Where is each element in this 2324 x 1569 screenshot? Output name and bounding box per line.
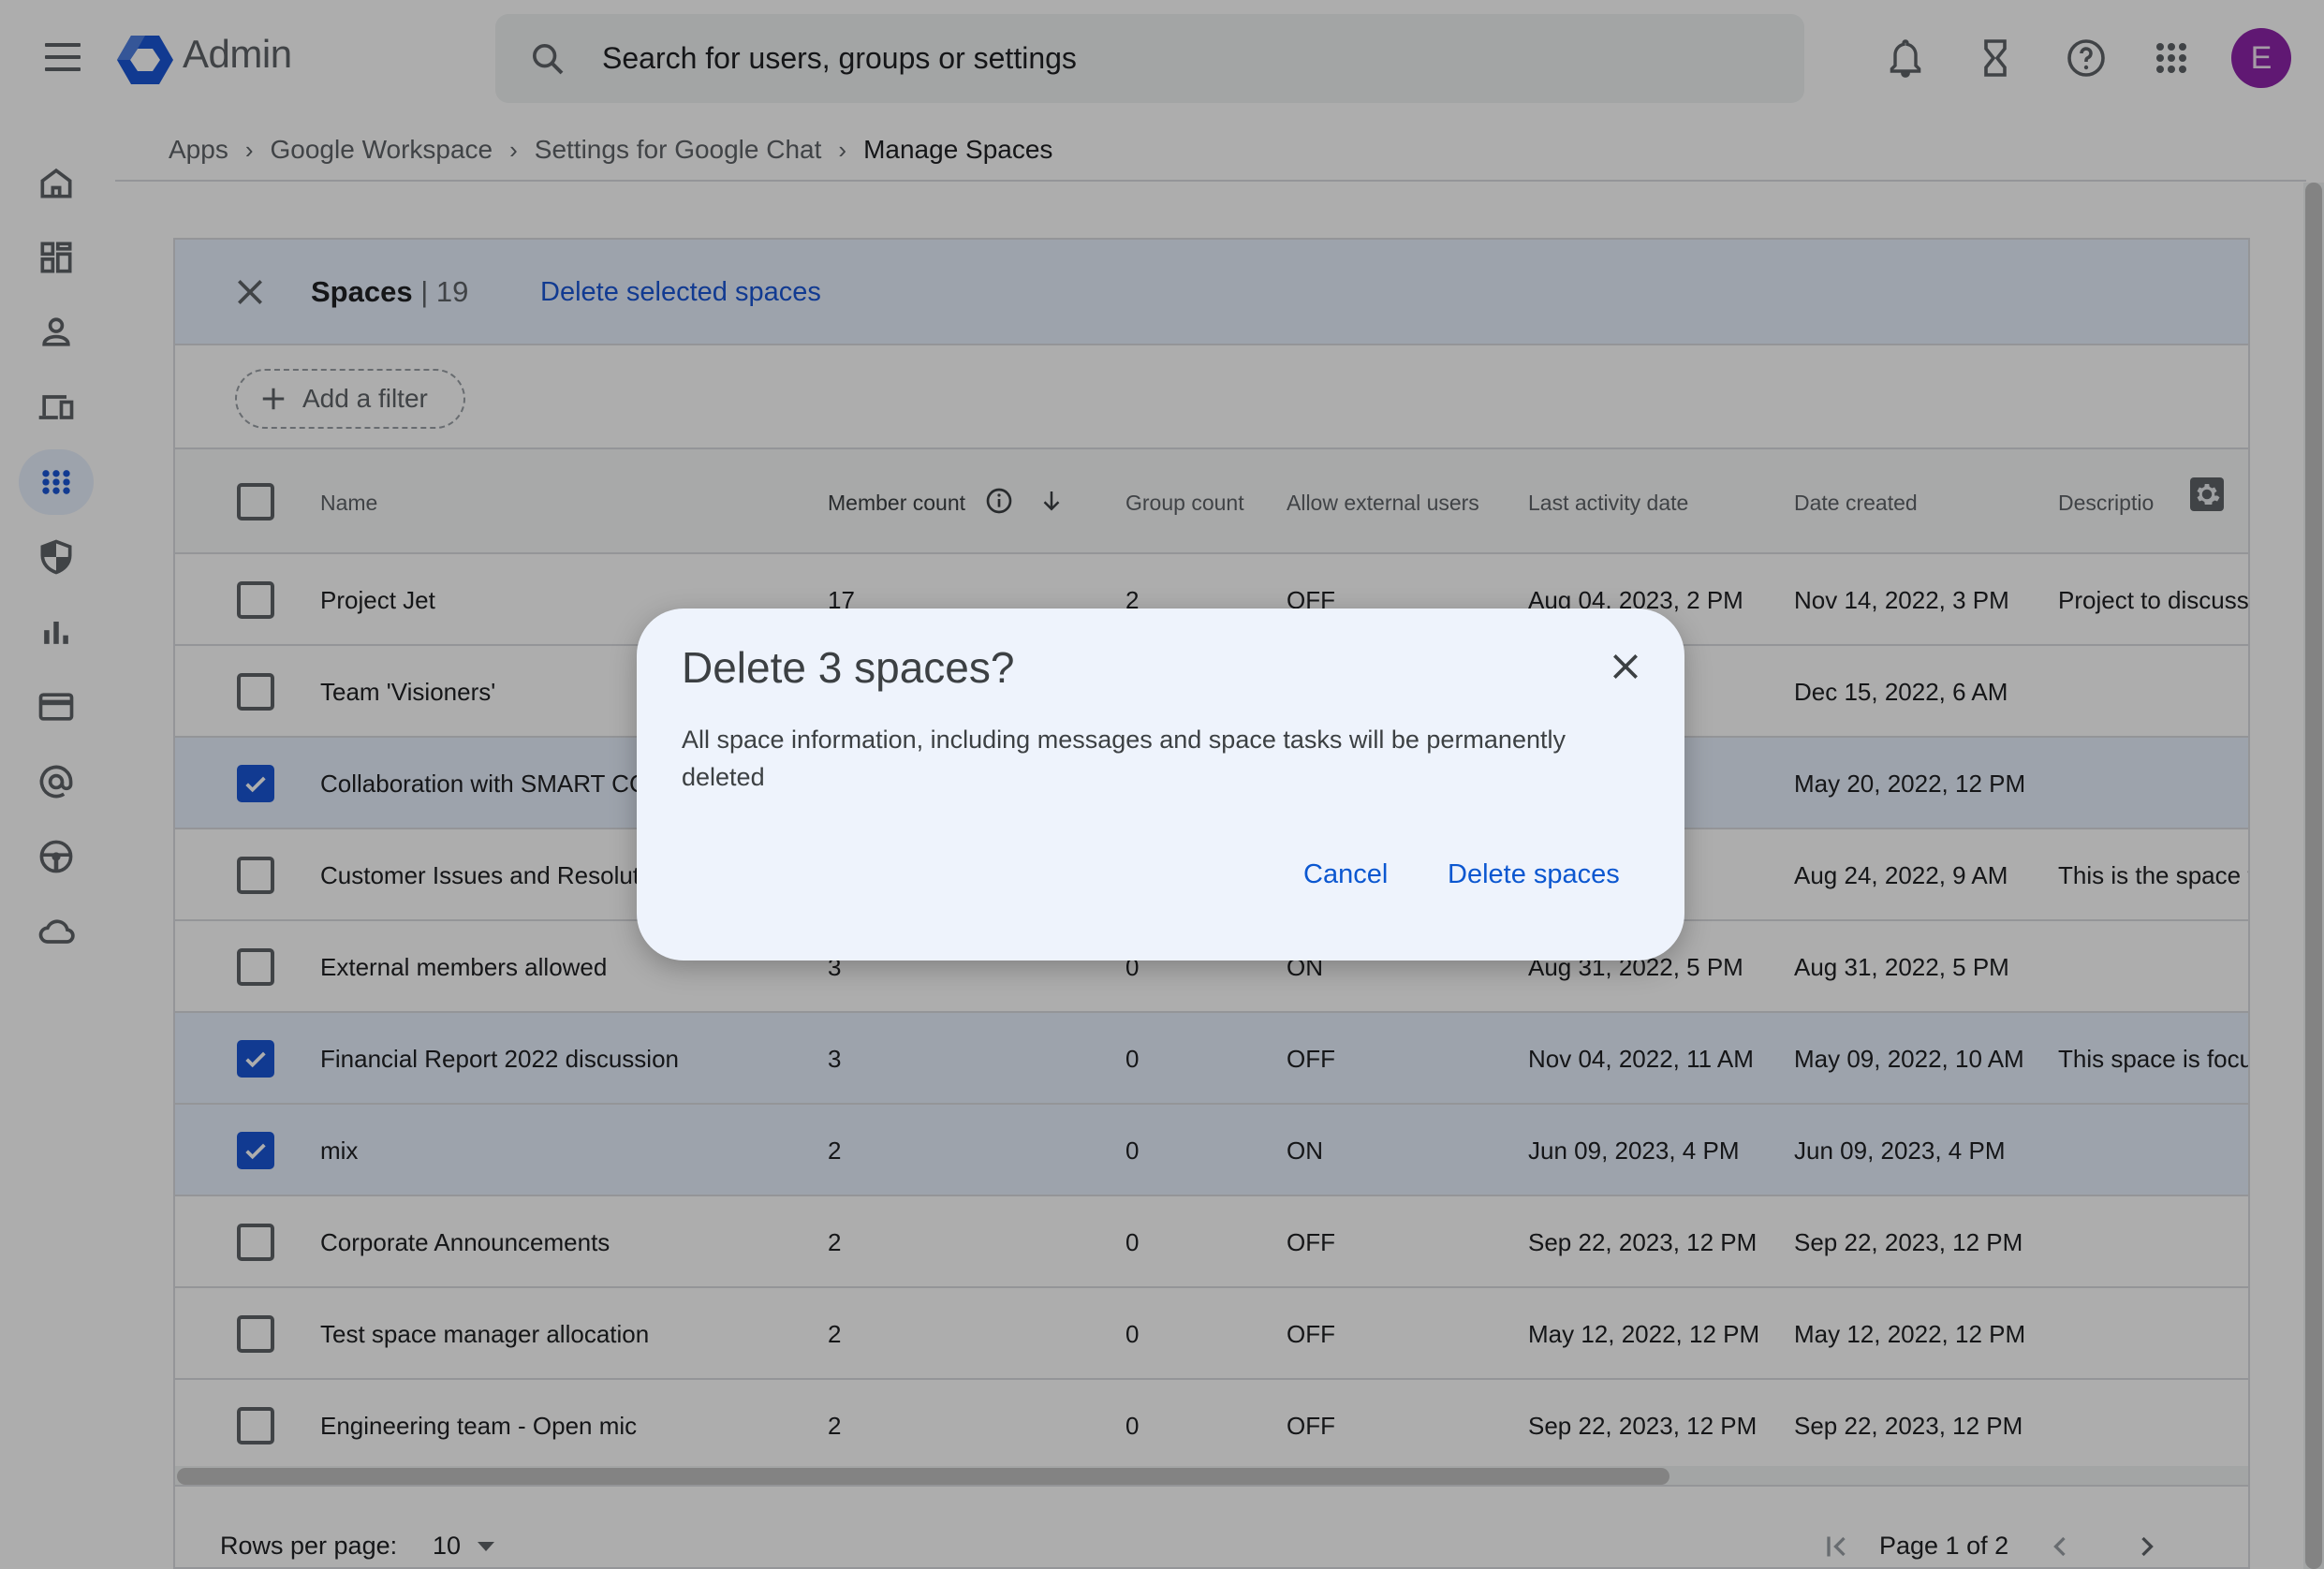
- delete-spaces-dialog: Delete 3 spaces? All space information, …: [637, 609, 1684, 960]
- delete-spaces-button[interactable]: Delete spaces: [1448, 859, 1620, 890]
- admin-console-page: Admin E: [0, 0, 2324, 1569]
- dialog-body: All space information, including message…: [682, 726, 1566, 791]
- cancel-button[interactable]: Cancel: [1303, 859, 1388, 890]
- dialog-title: Delete 3 spaces?: [682, 643, 1015, 692]
- dialog-close-icon[interactable]: [1607, 648, 1644, 685]
